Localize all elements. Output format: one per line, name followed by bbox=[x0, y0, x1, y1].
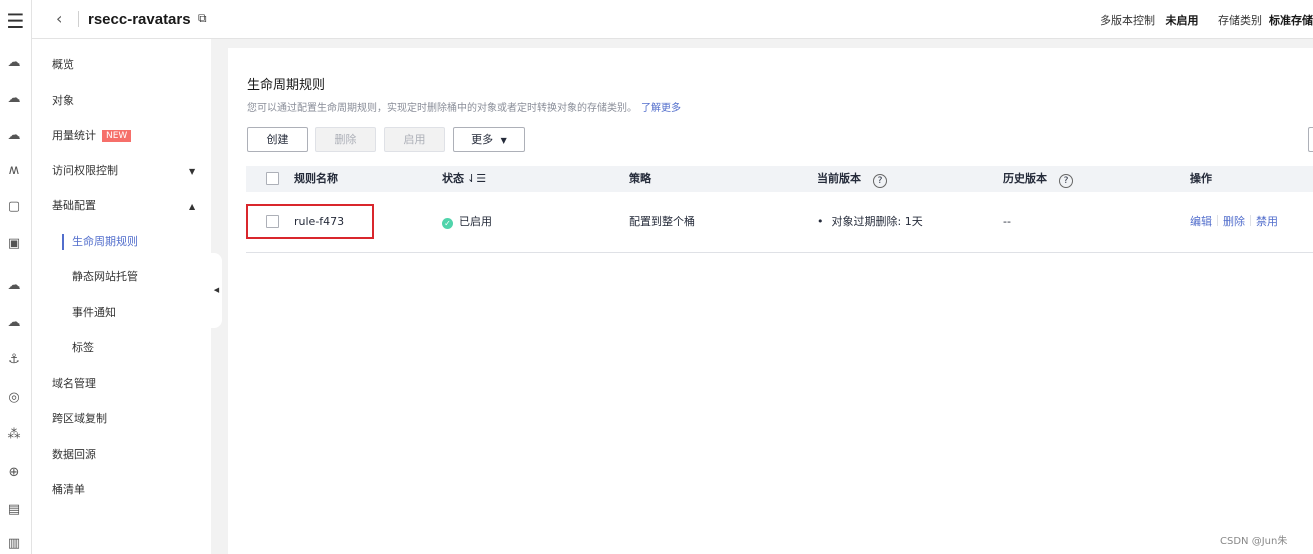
bullet-icon: • bbox=[817, 215, 824, 228]
hamburger-menu-icon[interactable]: ☰ bbox=[0, 8, 31, 34]
edit-link[interactable]: 编辑 bbox=[1190, 215, 1212, 228]
cloud-service-icon[interactable]: ☁ bbox=[5, 54, 23, 72]
sidebar-item-inventory[interactable]: 桶清单 bbox=[52, 483, 85, 497]
versioning-label: 多版本控制 bbox=[1100, 14, 1155, 27]
network-icon[interactable]: ʍ bbox=[5, 162, 23, 180]
cloud-sync-icon[interactable]: ☁ bbox=[5, 314, 23, 332]
divider bbox=[1217, 215, 1218, 226]
service-rail: ☰ ☁ ☁ ☁ ʍ ▢ ▣ ☁ ☁ ⚓ ◎ ⁂ ⊕ ▤ ▥ bbox=[0, 0, 32, 554]
table-header: 规则名称 状态 ⇃☰ 策略 当前版本? 历史版本? 操作 bbox=[246, 166, 1313, 192]
check-circle-icon: ✓ bbox=[442, 218, 453, 229]
sidebar-item-domain-mgmt[interactable]: 域名管理 bbox=[52, 377, 96, 391]
watermark: CSDN @Jun朱 bbox=[1220, 536, 1288, 547]
sidebar-item-label: 用量统计 bbox=[52, 129, 96, 142]
status-text: 已启用 bbox=[459, 215, 492, 228]
ip-icon[interactable]: ◎ bbox=[5, 389, 23, 407]
column-current-label: 当前版本 bbox=[817, 172, 861, 185]
sidebar-item-objects[interactable]: 对象 bbox=[52, 94, 74, 108]
top-bar: ‹ rsecc-ravatars ⧉ 多版本控制 未启用 存储类别 标准存储 bbox=[32, 0, 1313, 39]
bucket-name: rsecc-ravatars bbox=[88, 11, 191, 28]
sidebar-item-usage[interactable]: 用量统计 NEW bbox=[52, 129, 132, 143]
sidebar-item-basic-config[interactable]: 基础配置 bbox=[52, 199, 96, 213]
back-arrow-icon[interactable]: ‹ bbox=[56, 10, 62, 28]
database-icon[interactable]: ▣ bbox=[5, 235, 23, 253]
sidebar-item-lifecycle[interactable]: 生命周期规则 bbox=[72, 235, 138, 249]
globe-icon[interactable]: ⊕ bbox=[5, 464, 23, 482]
table-row: rule-f473 ✓ 已启用 配置到整个桶 • 对象过期删除: 1天 -- 编辑删… bbox=[246, 192, 1313, 253]
more-label: 更多 bbox=[471, 133, 494, 146]
bucket-sidebar: 概览 对象 用量统计 NEW 访问权限控制 ▼ 基础配置 ▲ 生命周期规则 静态网… bbox=[32, 39, 211, 554]
description-text: 您可以通过配置生命周期规则，实现定时删除桶中的对象或者定时转换对象的存储类别。 bbox=[247, 103, 637, 114]
caret-down-icon[interactable]: ▼ bbox=[189, 167, 195, 176]
help-icon[interactable]: ? bbox=[873, 174, 887, 188]
sidebar-item-overview[interactable]: 概览 bbox=[52, 58, 74, 72]
delete-link[interactable]: 删除 bbox=[1223, 215, 1245, 228]
sidebar-item-back-to-source[interactable]: 数据回源 bbox=[52, 448, 96, 462]
storage-class: 存储类别 标准存储 bbox=[1218, 12, 1313, 28]
learn-more-link[interactable]: 了解更多 bbox=[641, 103, 681, 114]
lifecycle-panel: 生命周期规则 您可以通过配置生命周期规则，实现定时删除桶中的对象或者定时转换对象… bbox=[228, 48, 1313, 554]
search-box[interactable] bbox=[1308, 127, 1313, 152]
rule-history-version: -- bbox=[1003, 215, 1011, 228]
rule-actions: 编辑 删除 禁用 bbox=[1190, 215, 1278, 229]
column-history-label: 历史版本 bbox=[1003, 172, 1047, 185]
file-icon[interactable]: ▤ bbox=[5, 501, 23, 519]
delete-button[interactable]: 删除 bbox=[315, 127, 376, 152]
sort-icon[interactable]: ⇃☰ bbox=[467, 172, 486, 185]
caret-up-icon[interactable]: ▲ bbox=[189, 202, 195, 211]
copy-icon[interactable]: ⧉ bbox=[198, 11, 207, 26]
sidebar-collapse-toggle[interactable]: ◀ bbox=[211, 253, 222, 328]
enable-button[interactable]: 启用 bbox=[384, 127, 445, 152]
column-header-current-version: 当前版本? bbox=[817, 172, 887, 188]
divider bbox=[1250, 215, 1251, 226]
active-indicator bbox=[62, 234, 64, 250]
rule-policy: 配置到整个桶 bbox=[629, 215, 695, 228]
document-icon[interactable]: ▢ bbox=[5, 198, 23, 216]
versioning-status: 多版本控制 未启用 bbox=[1100, 12, 1199, 28]
cluster-icon[interactable]: ⁂ bbox=[5, 426, 23, 444]
caret-left-icon: ◀ bbox=[213, 286, 220, 294]
create-button[interactable]: 创建 bbox=[247, 127, 308, 152]
column-header-name: 规则名称 bbox=[294, 172, 338, 185]
current-version-text: 对象过期删除: 1天 bbox=[831, 215, 923, 228]
cloud-service-icon[interactable]: ☁ bbox=[5, 90, 23, 108]
rule-current-version: • 对象过期删除: 1天 bbox=[817, 215, 923, 229]
help-icon[interactable]: ? bbox=[1059, 174, 1073, 188]
page-description: 您可以通过配置生命周期规则，实现定时删除桶中的对象或者定时转换对象的存储类别。了… bbox=[247, 99, 681, 114]
select-all-checkbox[interactable] bbox=[266, 172, 279, 185]
storage-class-value: 标准存储 bbox=[1269, 14, 1313, 27]
certificate-icon[interactable]: ▥ bbox=[5, 535, 23, 553]
column-header-actions: 操作 bbox=[1190, 172, 1212, 185]
anchor-icon[interactable]: ⚓ bbox=[5, 351, 23, 369]
sidebar-item-static-website[interactable]: 静态网站托管 bbox=[72, 270, 138, 284]
more-dropdown[interactable]: 更多 ▼ bbox=[453, 127, 525, 152]
sidebar-item-access-control[interactable]: 访问权限控制 bbox=[52, 164, 118, 178]
column-header-policy: 策略 bbox=[629, 172, 651, 185]
column-header-status[interactable]: 状态 ⇃☰ bbox=[442, 172, 486, 186]
storage-class-label: 存储类别 bbox=[1218, 14, 1262, 27]
annotation-highlight-box bbox=[246, 204, 374, 239]
column-status-label: 状态 bbox=[442, 172, 464, 185]
sidebar-item-cross-region[interactable]: 跨区域复制 bbox=[52, 412, 107, 426]
versioning-value: 未启用 bbox=[1165, 14, 1199, 27]
cloud-service-icon[interactable]: ☁ bbox=[5, 127, 23, 145]
sidebar-item-event-notification[interactable]: 事件通知 bbox=[72, 306, 116, 320]
new-badge: NEW bbox=[102, 130, 132, 142]
column-header-history-version: 历史版本? bbox=[1003, 172, 1073, 188]
rule-status: ✓ 已启用 bbox=[442, 215, 492, 229]
disable-link[interactable]: 禁用 bbox=[1256, 215, 1278, 228]
divider bbox=[78, 11, 79, 27]
caret-down-icon: ▼ bbox=[500, 136, 507, 145]
page-title: 生命周期规则 bbox=[247, 78, 326, 93]
sidebar-item-tags[interactable]: 标签 bbox=[72, 341, 94, 355]
cloud-upload-icon[interactable]: ☁ bbox=[5, 277, 23, 295]
